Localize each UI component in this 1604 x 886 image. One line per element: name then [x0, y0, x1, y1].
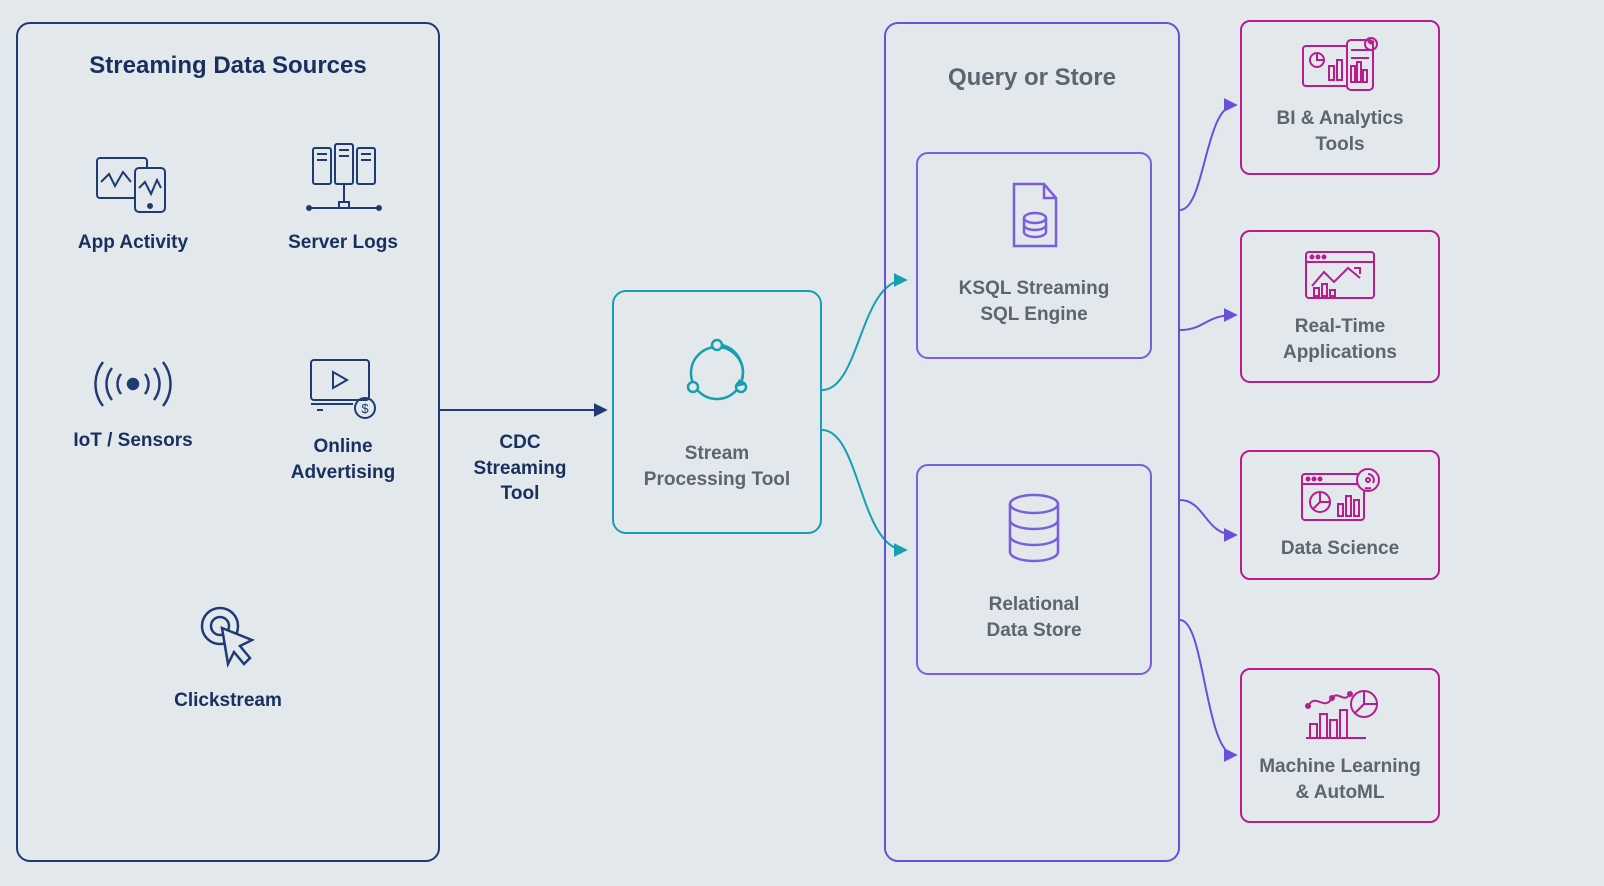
source-clickstream: Clickstream [153, 594, 303, 714]
dest-ml: Machine Learning & AutoML [1240, 668, 1440, 823]
dest-ml-label: Machine Learning & AutoML [1259, 754, 1421, 805]
query-title: Query or Store [886, 64, 1178, 92]
server-icon [303, 142, 383, 216]
dest-rt: Real-Time Applications [1240, 230, 1440, 383]
query-container: Query or Store KSQL Streaming SQL Engine… [884, 22, 1180, 862]
cdc-label: CDC Streaming Tool [460, 430, 580, 507]
dest-rt-label: Real-Time Applications [1283, 314, 1397, 365]
stream-box: Stream Processing Tool [612, 290, 822, 534]
ksql-box: KSQL Streaming SQL Engine [916, 152, 1152, 359]
analytics-icon [1299, 36, 1381, 96]
svg-text:$: $ [361, 401, 369, 416]
database-icon [1001, 492, 1067, 568]
arrow-query-to-ds [1180, 500, 1235, 535]
arrow-query-to-rt [1180, 315, 1235, 330]
sensor-icon [88, 354, 178, 414]
source-click-label: Clickstream [174, 688, 282, 714]
arrow-query-to-ml [1180, 620, 1235, 755]
ml-icon [1298, 684, 1382, 744]
sources-title: Streaming Data Sources [18, 52, 438, 80]
rds-label: Relational Data Store [986, 592, 1081, 643]
ad-icon: $ [303, 354, 383, 420]
realtime-icon [1300, 246, 1380, 304]
data-science-icon [1298, 466, 1382, 526]
dest-ds: Data Science [1240, 450, 1440, 580]
sql-file-icon [1004, 180, 1064, 252]
dest-bi: BI & Analytics Tools [1240, 20, 1440, 175]
dest-bi-label: BI & Analytics Tools [1276, 106, 1403, 157]
source-logs-label: Server Logs [288, 230, 398, 256]
source-iot-label: IoT / Sensors [73, 428, 192, 454]
source-ads: $ Online Advertising [268, 354, 418, 485]
sources-container: Streaming Data Sources App Activity Serv… [16, 22, 440, 862]
source-app-label: App Activity [78, 230, 188, 256]
rds-box: Relational Data Store [916, 464, 1152, 675]
click-icon [188, 594, 268, 674]
ksql-label: KSQL Streaming SQL Engine [959, 276, 1110, 327]
devices-icon [93, 152, 173, 216]
stream-label: Stream Processing Tool [644, 441, 790, 492]
source-app-activity: App Activity [58, 152, 208, 256]
source-iot: IoT / Sensors [58, 354, 208, 454]
source-server-logs: Server Logs [268, 142, 418, 256]
dest-ds-label: Data Science [1281, 536, 1399, 562]
arrow-query-to-bi [1180, 105, 1235, 210]
source-ads-label: Online Advertising [291, 434, 396, 485]
stream-icon [675, 331, 759, 415]
